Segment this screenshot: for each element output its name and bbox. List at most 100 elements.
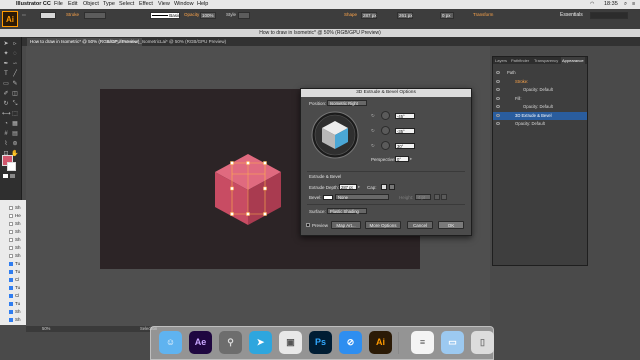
rectangle-tool-icon[interactable]: ▭ bbox=[2, 80, 10, 88]
workspace-switcher[interactable]: Essentials bbox=[560, 12, 583, 18]
appearance-row[interactable]: Fill: bbox=[493, 95, 587, 103]
height-field[interactable]: 261 px bbox=[397, 12, 413, 19]
layer-row[interactable]: Sh bbox=[0, 204, 26, 212]
launchpad-icon[interactable]: ⚲ bbox=[219, 331, 242, 354]
menu-help[interactable]: Help bbox=[197, 1, 208, 7]
menu-list-icon[interactable]: ≡ bbox=[632, 1, 635, 7]
layer-row[interactable]: He bbox=[0, 212, 26, 220]
tab-transparency[interactable]: Transparency bbox=[533, 57, 559, 64]
preview-checkbox[interactable] bbox=[306, 223, 310, 227]
layer-row[interactable]: Tu bbox=[0, 268, 26, 276]
layer-row[interactable]: Sh bbox=[0, 228, 26, 236]
stroke-style-field[interactable]: Basic bbox=[150, 12, 180, 19]
rotate-y-field[interactable]: -35° bbox=[395, 128, 415, 134]
rotate-tool-icon[interactable]: ↻ bbox=[2, 100, 10, 108]
layer-checkbox[interactable] bbox=[9, 270, 13, 274]
selection-handle[interactable] bbox=[230, 186, 234, 191]
eyedropper-tool-icon[interactable]: ⌇ bbox=[2, 140, 10, 148]
layer-checkbox[interactable] bbox=[9, 230, 13, 234]
appearance-row[interactable]: 3D Extrude & Bevel bbox=[493, 111, 587, 120]
photoshop-icon[interactable]: Ps bbox=[309, 331, 332, 354]
trash-icon[interactable]: ▯ bbox=[471, 331, 494, 354]
telegram-icon[interactable]: ➤ bbox=[249, 331, 272, 354]
search-stock-input[interactable] bbox=[590, 12, 628, 19]
ok-button[interactable]: OK bbox=[438, 221, 464, 229]
menu-window[interactable]: Window bbox=[174, 1, 194, 7]
free-transform-tool-icon[interactable]: ⬚ bbox=[11, 110, 19, 118]
bevel-in-icon[interactable] bbox=[434, 194, 440, 200]
gradient-mode-icon[interactable] bbox=[10, 174, 15, 178]
visibility-eye-icon[interactable] bbox=[496, 96, 500, 100]
search-icon[interactable]: ⌕ bbox=[624, 1, 627, 8]
selection-handle[interactable] bbox=[263, 212, 267, 216]
curvature-tool-icon[interactable]: ∽ bbox=[11, 60, 19, 68]
direct-selection-tool-icon[interactable]: ▹ bbox=[11, 40, 19, 48]
layer-checkbox[interactable] bbox=[9, 262, 13, 266]
layer-checkbox[interactable] bbox=[9, 318, 13, 322]
menu-object[interactable]: Object bbox=[83, 1, 99, 7]
layer-checkbox[interactable] bbox=[9, 214, 13, 218]
stroke-weight-field[interactable] bbox=[84, 12, 106, 19]
menu-type[interactable]: Type bbox=[103, 1, 115, 7]
bevel-height-field[interactable]: 4 pt bbox=[415, 194, 431, 200]
magic-wand-tool-icon[interactable]: ✦ bbox=[2, 50, 10, 58]
wifi-icon[interactable]: ◠ bbox=[590, 1, 594, 7]
selection-handle[interactable] bbox=[230, 161, 234, 165]
appearance-row[interactable]: Opacity: Default bbox=[493, 103, 587, 111]
position-select[interactable]: Isometric Right bbox=[327, 100, 367, 106]
bevel-select[interactable]: None bbox=[335, 194, 389, 200]
layer-row[interactable]: Sh bbox=[0, 236, 26, 244]
visibility-eye-icon[interactable] bbox=[496, 105, 500, 108]
menu-select[interactable]: Select bbox=[119, 1, 134, 7]
illustrator-icon[interactable]: Ai bbox=[369, 331, 392, 354]
appearance-row[interactable]: Opacity: Default bbox=[493, 86, 587, 94]
visibility-eye-icon[interactable] bbox=[496, 113, 500, 117]
layer-checkbox[interactable] bbox=[9, 302, 13, 306]
cancel-button[interactable]: Cancel bbox=[407, 221, 433, 229]
layer-checkbox[interactable] bbox=[9, 310, 13, 314]
selection-handle[interactable] bbox=[263, 161, 267, 165]
menu-view[interactable]: View bbox=[158, 1, 170, 7]
layer-row[interactable]: Sh bbox=[0, 244, 26, 252]
document-icon[interactable]: ≡ bbox=[411, 331, 434, 354]
stroke-label[interactable]: Stroke bbox=[66, 12, 79, 17]
menu-file[interactable]: File bbox=[54, 1, 63, 7]
extrude-depth-field[interactable]: 287 pt bbox=[339, 184, 357, 190]
shaper-tool-icon[interactable]: ✐ bbox=[2, 90, 10, 98]
app-menu[interactable]: Illustrator CC bbox=[16, 1, 51, 7]
visibility-eye-icon[interactable] bbox=[496, 79, 500, 83]
surface-select[interactable]: Plastic Shading bbox=[327, 208, 367, 214]
selection-tool-icon[interactable]: ➤ bbox=[2, 40, 10, 48]
paintbrush-tool-icon[interactable]: ✎ bbox=[11, 80, 19, 88]
layer-checkbox[interactable] bbox=[9, 254, 13, 258]
eraser-tool-icon[interactable]: ◫ bbox=[11, 90, 19, 98]
selection-handle[interactable] bbox=[263, 186, 267, 191]
layer-checkbox[interactable] bbox=[9, 238, 13, 242]
type-tool-icon[interactable]: T bbox=[2, 70, 10, 78]
opacity-label[interactable]: Opacity bbox=[184, 12, 199, 17]
layer-row[interactable]: Sh bbox=[0, 308, 26, 316]
layer-checkbox[interactable] bbox=[9, 222, 13, 226]
transform-label[interactable]: Transform bbox=[473, 12, 493, 17]
extrude-depth-dropdown-icon[interactable]: ▸ bbox=[358, 184, 360, 190]
layer-row[interactable]: Tu bbox=[0, 260, 26, 268]
layer-checkbox[interactable] bbox=[9, 294, 13, 298]
folder-icon[interactable]: ▭ bbox=[441, 331, 464, 354]
rotate-z-knob[interactable] bbox=[381, 141, 390, 150]
finder-icon[interactable]: ☺ bbox=[159, 331, 182, 354]
layer-row[interactable]: Sh bbox=[0, 220, 26, 228]
layer-checkbox[interactable] bbox=[9, 206, 13, 210]
visibility-eye-icon[interactable] bbox=[496, 71, 500, 74]
clock[interactable]: 18:35 bbox=[604, 1, 618, 7]
more-options-button[interactable]: More Options bbox=[365, 221, 401, 229]
isometric-cube[interactable] bbox=[213, 152, 283, 227]
shape-label[interactable]: Shape bbox=[344, 12, 357, 17]
safari-icon[interactable]: ⊘ bbox=[339, 331, 362, 354]
rotate-x-knob[interactable] bbox=[381, 111, 390, 120]
selection-handle[interactable] bbox=[246, 161, 250, 165]
selection-handle[interactable] bbox=[246, 212, 250, 216]
map-art-button[interactable]: Map Art... bbox=[331, 221, 361, 229]
color-mode-icon[interactable] bbox=[3, 174, 8, 178]
menu-edit[interactable]: Edit bbox=[68, 1, 77, 7]
visibility-eye-icon[interactable] bbox=[496, 122, 500, 125]
